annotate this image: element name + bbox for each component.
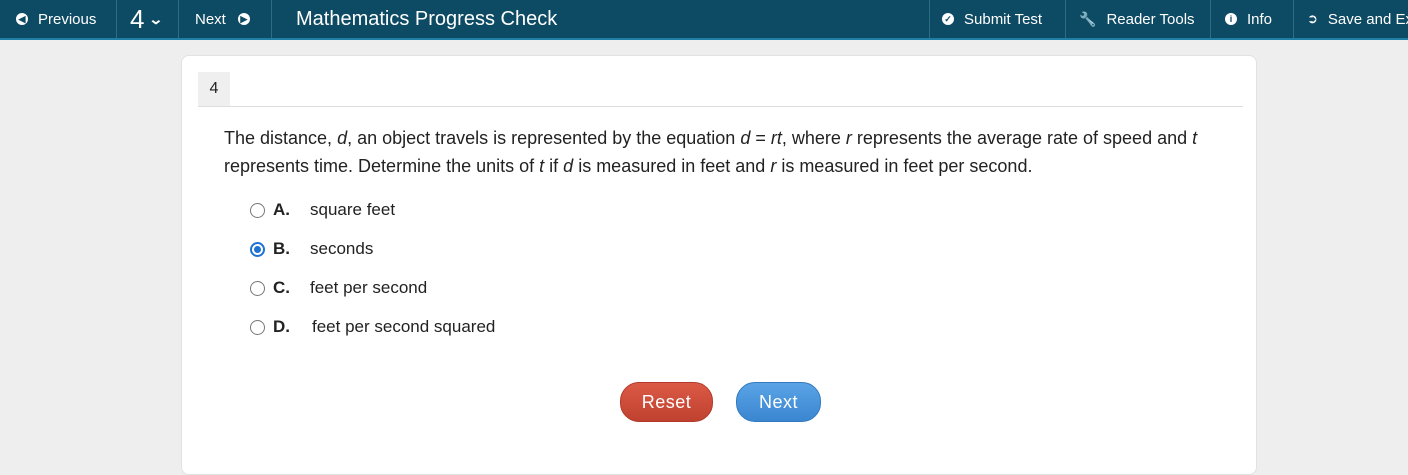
option-text: square feet [310, 200, 396, 219]
variable-t: t [1192, 128, 1198, 148]
option-text: feet per second squared [312, 317, 496, 336]
stem-text: represents time. Determine the units of [224, 156, 540, 176]
answer-option-c[interactable]: C. feet per second [250, 276, 427, 300]
info-icon: i [1225, 13, 1237, 25]
answer-option-b[interactable]: B. seconds [250, 237, 373, 261]
variable-d: d [337, 128, 348, 148]
option-letter: D. [273, 317, 290, 336]
option-text: feet per second [310, 278, 428, 297]
divider [116, 0, 117, 38]
question-card: 4 The distance, d, an object travels is … [181, 55, 1257, 475]
arrow-left-icon: ◀ [16, 13, 28, 25]
wrench-icon: 🔧 [1079, 10, 1097, 27]
info-label: Info [1247, 10, 1273, 28]
exit-icon: ➲ [1307, 11, 1318, 26]
chevron-down-icon: ⌄ [148, 10, 164, 27]
question-selector[interactable]: 4 ⌄ [130, 0, 164, 38]
info-button[interactable]: i Info [1225, 0, 1272, 38]
submit-test-label: Submit Test [964, 10, 1043, 28]
divider [929, 0, 930, 38]
radio-button[interactable] [250, 280, 265, 296]
stem-text: is measured in feet and [573, 156, 771, 176]
reader-tools-button[interactable]: 🔧 Reader Tools [1079, 0, 1195, 38]
next-button[interactable]: Next [736, 382, 821, 422]
next-label: Next [195, 10, 226, 28]
stem-text: represents the average rate of speed and [851, 128, 1193, 148]
next-question-button[interactable]: Next ▶ [195, 0, 250, 38]
variable-d: d [740, 128, 751, 148]
answer-option-a[interactable]: A. square feet [250, 198, 395, 222]
previous-button[interactable]: ◀ Previous [16, 0, 96, 38]
option-letter: C. [273, 278, 290, 297]
radio-button[interactable] [250, 202, 265, 218]
stem-text: , where [781, 128, 846, 148]
divider [198, 106, 1243, 107]
radio-button-selected[interactable] [250, 241, 265, 257]
stem-text: , an object travels is represented by th… [347, 128, 741, 148]
variable-d: d [563, 156, 574, 176]
arrow-right-icon: ▶ [237, 13, 250, 25]
save-and-exit-label: Save and Exit [1327, 10, 1408, 28]
stem-text: = [750, 128, 771, 148]
stem-text: is measured in feet per second. [776, 156, 1033, 176]
divider [1210, 0, 1211, 38]
page-title: Mathematics Progress Check [296, 7, 558, 30]
answer-option-d[interactable]: D. feet per second squared [250, 315, 495, 339]
radio-button[interactable] [250, 319, 265, 335]
option-letter: B. [273, 239, 290, 258]
stem-text: The distance, [224, 128, 338, 148]
option-text: seconds [310, 239, 374, 258]
question-number-tab: 4 [198, 72, 230, 106]
variable-rt: rt [770, 128, 782, 148]
reset-button[interactable]: Reset [620, 382, 713, 422]
divider [178, 0, 179, 38]
top-navigation-bar: ◀ Previous 4 ⌄ Next ▶ Mathematics Progre… [0, 0, 1408, 40]
check-circle-icon: ✓ [942, 13, 954, 25]
option-letter: A. [273, 200, 290, 219]
previous-label: Previous [38, 10, 97, 28]
question-stem: The distance, d, an object travels is re… [224, 124, 1214, 180]
save-and-exit-button[interactable]: ➲ Save and Exit [1307, 0, 1408, 38]
submit-test-button[interactable]: ✓ Submit Test [942, 0, 1042, 38]
reader-tools-label: Reader Tools [1106, 10, 1195, 28]
divider [1065, 0, 1066, 38]
divider [1293, 0, 1294, 38]
stem-text: if [544, 156, 564, 176]
question-number-label: 4 [130, 4, 145, 34]
divider [271, 0, 272, 38]
